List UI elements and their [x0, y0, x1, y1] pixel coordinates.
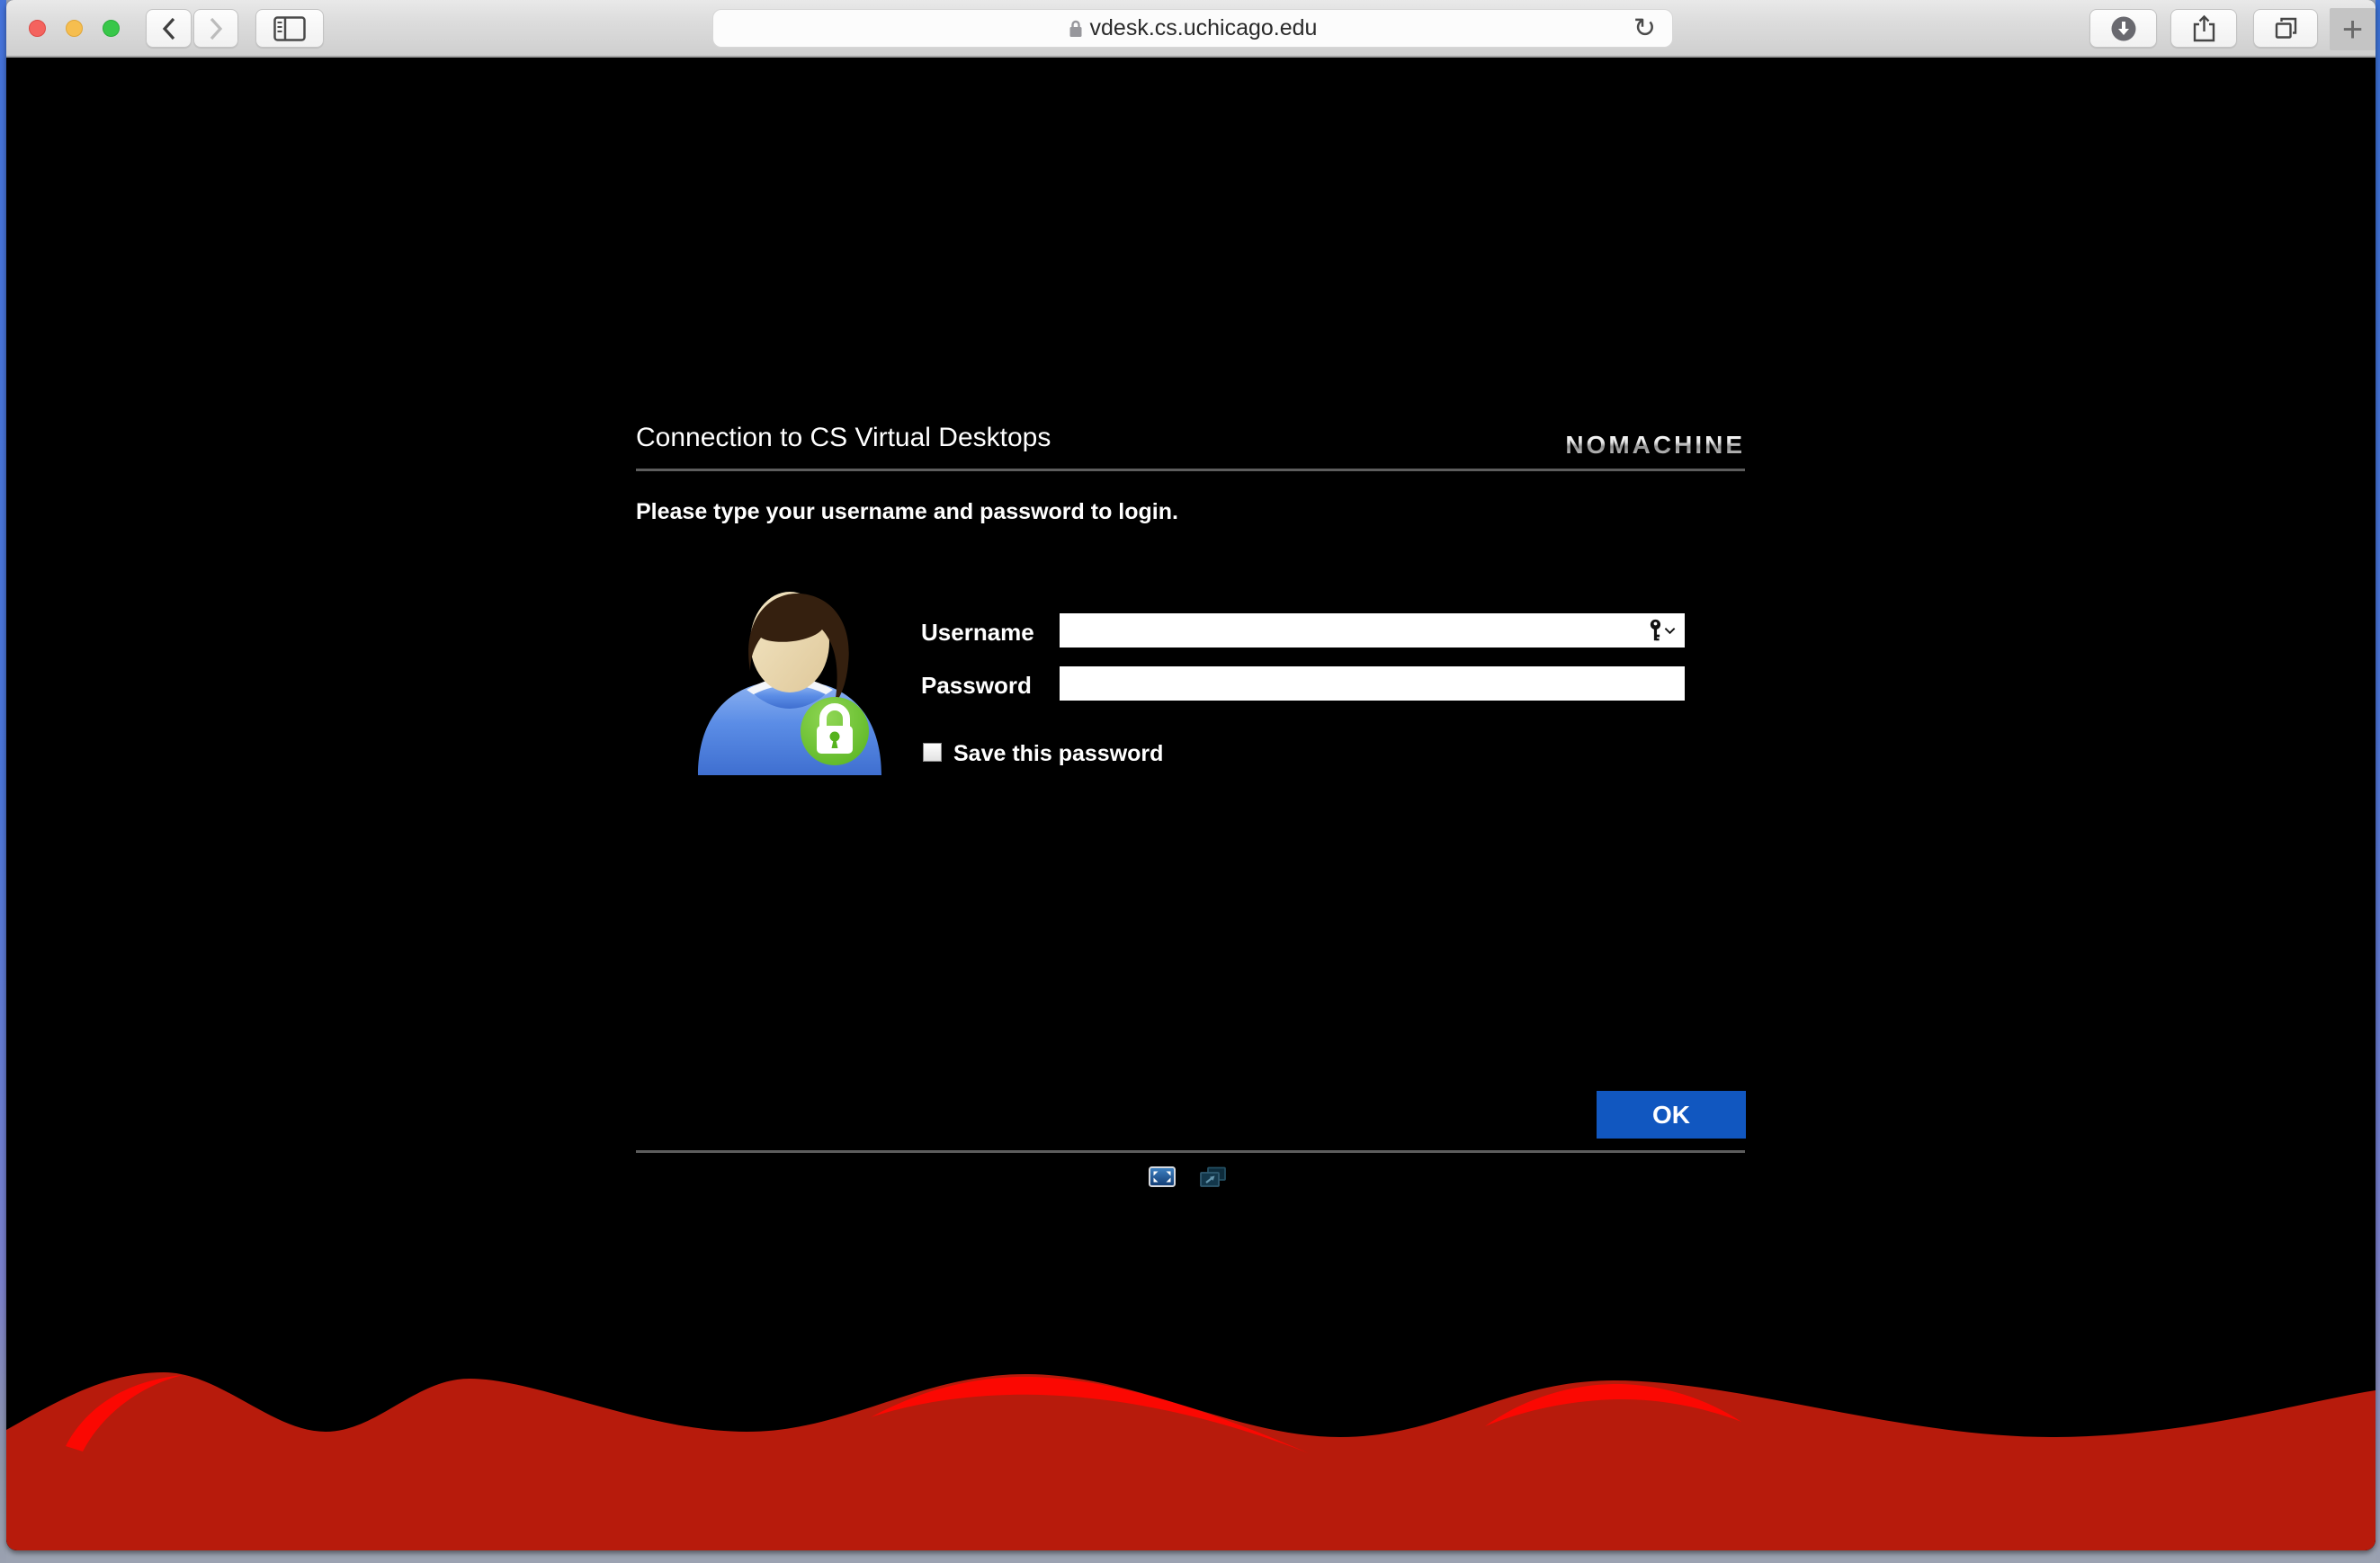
scale-display-icon[interactable] — [1199, 1166, 1228, 1190]
desktop-edge-left — [0, 0, 6, 1563]
footer-divider — [636, 1150, 1745, 1153]
tab-overview-icon — [2274, 16, 2298, 40]
lock-icon — [1069, 19, 1083, 38]
address-bar[interactable]: vdesk.cs.uchicago.edu ↻ — [712, 9, 1673, 48]
plus-icon: + — [2342, 12, 2363, 48]
ok-button[interactable]: OK — [1597, 1091, 1746, 1139]
instruction-text: Please type your username and password t… — [636, 499, 1178, 525]
new-tab-button[interactable]: + — [2330, 8, 2376, 50]
user-avatar — [691, 585, 889, 778]
username-input[interactable] — [1060, 613, 1685, 648]
safari-window: vdesk.cs.uchicago.edu ↻ + — [6, 0, 2376, 1550]
chevron-down-icon — [1664, 627, 1676, 635]
password-field — [1060, 666, 1685, 701]
window-minimize-button[interactable] — [66, 20, 83, 37]
sidebar-toggle-button[interactable] — [255, 9, 324, 48]
downloads-button[interactable] — [2089, 9, 2157, 48]
window-close-button[interactable] — [29, 20, 46, 37]
password-label: Password — [921, 672, 1032, 700]
reload-button[interactable]: ↻ — [1628, 12, 1661, 45]
reload-icon: ↻ — [1633, 13, 1656, 43]
desktop-edge-right — [2376, 0, 2380, 1563]
autofill-key-button[interactable] — [1643, 616, 1681, 645]
tab-overview-button[interactable] — [2253, 9, 2318, 48]
share-icon — [2192, 14, 2216, 43]
username-label: Username — [921, 619, 1034, 647]
sidebar-icon — [273, 16, 306, 41]
page-content: Connection to CS Virtual Desktops NOMACH… — [6, 59, 2376, 1550]
fullscreen-icon[interactable] — [1149, 1166, 1176, 1187]
back-icon — [161, 16, 177, 41]
url-text: vdesk.cs.uchicago.edu — [1090, 15, 1318, 41]
nomachine-logo: NOMACHINE — [1565, 431, 1745, 460]
save-password-checkbox[interactable] — [923, 743, 942, 762]
header-divider — [636, 469, 1745, 471]
password-input[interactable] — [1060, 666, 1685, 701]
forward-icon — [208, 16, 224, 41]
username-field — [1060, 613, 1685, 648]
forward-button[interactable] — [193, 9, 238, 48]
page-title: Connection to CS Virtual Desktops — [636, 423, 1051, 453]
back-button[interactable] — [146, 9, 192, 48]
save-password-label: Save this password — [953, 741, 1163, 767]
download-icon — [2110, 15, 2137, 42]
browser-toolbar: vdesk.cs.uchicago.edu ↻ + — [6, 0, 2376, 58]
window-zoom-button[interactable] — [103, 20, 120, 37]
footer-wave-graphic — [6, 1326, 2376, 1550]
share-button[interactable] — [2170, 9, 2237, 48]
key-icon — [1649, 618, 1662, 643]
